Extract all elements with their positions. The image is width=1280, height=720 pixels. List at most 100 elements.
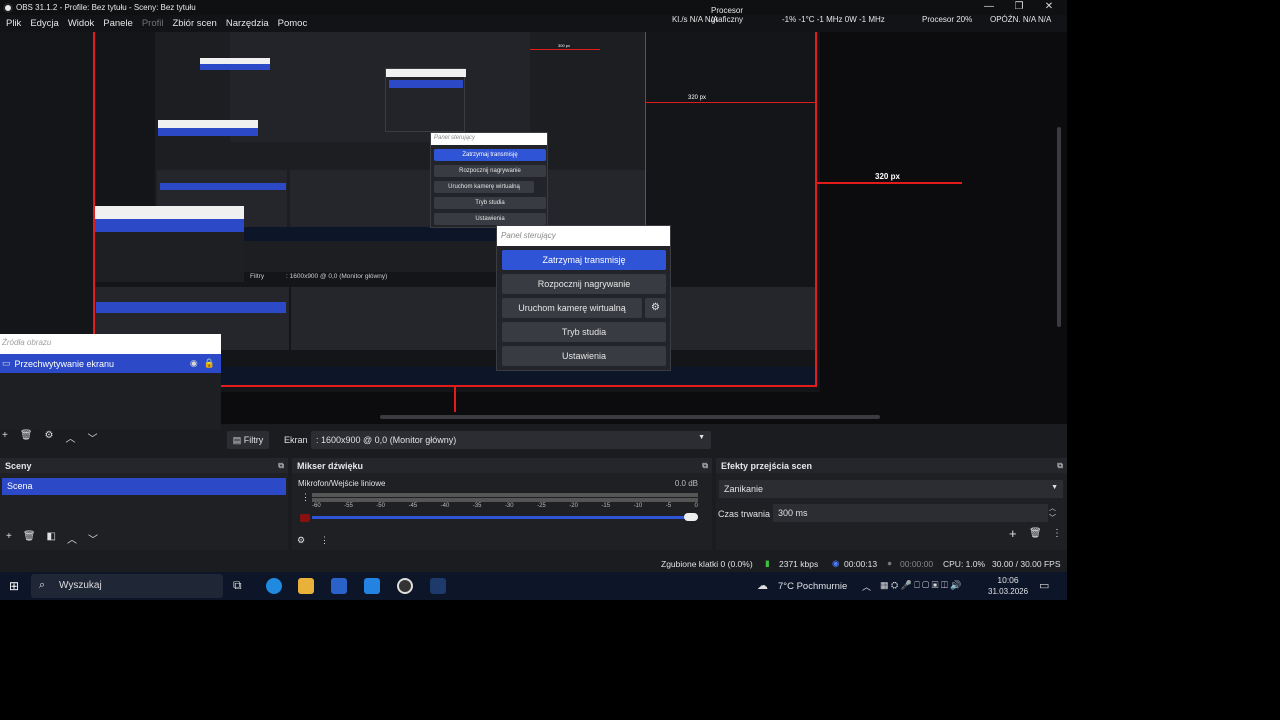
transition-select-value: Zanikanie bbox=[724, 484, 764, 494]
sources-dock: Źródła obrazu ▭ Przechwytywanie ekranu ◉… bbox=[0, 334, 221, 430]
maximize-button[interactable]: ❐ bbox=[1004, 0, 1034, 14]
menu-edycja[interactable]: Edycja bbox=[30, 18, 59, 29]
stream-time: 00:00:13 bbox=[844, 559, 878, 569]
settings-button[interactable]: Ustawienia bbox=[502, 346, 666, 366]
move-up-icon[interactable]: ︿ bbox=[66, 430, 76, 445]
stream-icon: ◉ bbox=[832, 558, 840, 568]
scene-filters-icon[interactable]: ◧ bbox=[47, 531, 56, 546]
nested-sources-item-2 bbox=[200, 64, 270, 70]
outlook-icon[interactable] bbox=[331, 578, 347, 594]
minimize-button[interactable]: — bbox=[974, 0, 1004, 14]
size-label-320-mid: 320 px bbox=[688, 95, 707, 101]
tray-chevron-icon[interactable]: ︿ bbox=[862, 580, 871, 593]
store-icon[interactable] bbox=[364, 578, 380, 594]
undock-icon[interactable]: ⧉ bbox=[278, 461, 284, 471]
source-properties-icon[interactable]: ⚙ bbox=[45, 430, 54, 444]
record-time: 00:00:00 bbox=[900, 559, 934, 569]
transition-select[interactable]: Zanikanie ▼ bbox=[719, 480, 1063, 498]
menu-panele[interactable]: Panele bbox=[103, 18, 133, 29]
mixer-settings-icon[interactable]: ⚙ bbox=[297, 535, 305, 546]
volume-slider-handle[interactable] bbox=[684, 513, 698, 521]
nested-sources-panel bbox=[94, 232, 244, 282]
tray-icons[interactable]: ▦ ⛭ 🎤 ⎕ ▢ ▣ ◫ 🔊 bbox=[880, 580, 962, 591]
stop-stream-button[interactable]: Zatrzymaj transmisję bbox=[502, 250, 666, 270]
menu-profil[interactable]: Profil bbox=[142, 18, 164, 29]
menu-pomoc[interactable]: Pomoc bbox=[278, 18, 308, 29]
filters-button[interactable]: ▤ Filtry bbox=[227, 431, 269, 449]
nested-scene-item bbox=[96, 302, 286, 313]
nested-scene-selected bbox=[160, 183, 286, 190]
transition-menu-icon[interactable]: ⋮ bbox=[1052, 528, 1062, 539]
spinner-up-icon[interactable]: ︿ bbox=[1049, 503, 1056, 513]
title-bar: OBS 31.1.2 - Profile: Bez tytułu - Sceny… bbox=[0, 0, 1067, 15]
tick-label: -45 bbox=[408, 503, 418, 509]
mute-icon[interactable] bbox=[300, 514, 310, 522]
task-view-icon[interactable]: ⧉ bbox=[233, 578, 242, 593]
clock-date[interactable]: 31.03.2026 bbox=[988, 587, 1028, 596]
scene-move-up-icon[interactable]: ︿ bbox=[67, 531, 77, 546]
virtual-camera-settings-icon[interactable]: ⚙ bbox=[645, 298, 666, 318]
mixer-menu-icon[interactable]: ⋮ bbox=[320, 535, 329, 546]
dropped-frames: Zgubione klatki 0 (0.0%) bbox=[661, 559, 753, 569]
nested-sources-header-3 bbox=[94, 206, 244, 219]
visibility-eye-icon[interactable]: ◉ bbox=[190, 358, 198, 369]
scenes-toolbar: + 🗑 ◧ ︿ ﹀ bbox=[0, 531, 98, 546]
scenes-dock: Sceny ⧉ Scena + 🗑 ◧ ︿ ﹀ bbox=[0, 458, 288, 550]
preview-vertical-scrollbar[interactable] bbox=[1057, 127, 1061, 327]
menu-zbior-scen[interactable]: Zbiór scen bbox=[172, 18, 216, 29]
audio-mixer-dock: Mikser dźwięku ⧉ Mikrofon/Wejście liniow… bbox=[292, 458, 712, 550]
search-placeholder: Wyszukaj bbox=[59, 580, 102, 591]
volume-slider[interactable] bbox=[312, 516, 698, 519]
search-icon: ⌕ bbox=[39, 579, 46, 591]
screen-label: Ekran bbox=[284, 435, 308, 445]
gpu-label: Procesor graficzny bbox=[711, 6, 744, 24]
monitor-icon: ▭ bbox=[2, 358, 11, 368]
start-virtual-camera-button[interactable]: Uruchom kamerę wirtualną bbox=[502, 298, 642, 318]
menu-plik[interactable]: Plik bbox=[6, 18, 21, 29]
remove-scene-icon[interactable]: 🗑 bbox=[23, 531, 36, 546]
add-transition-icon[interactable]: + bbox=[1009, 526, 1017, 541]
lock-icon[interactable]: 🔒 bbox=[204, 358, 215, 369]
close-button[interactable]: ✕ bbox=[1034, 0, 1064, 14]
source-item-screen-capture[interactable]: ▭ Przechwytywanie ekranu ◉ 🔒 bbox=[0, 354, 221, 373]
studio-mode-button[interactable]: Tryb studia bbox=[502, 322, 666, 342]
nested-screen-value: : 1600x900 @ 0,0 (Monitor główny) bbox=[286, 273, 388, 280]
add-source-icon[interactable]: + bbox=[2, 430, 8, 444]
start-recording-button[interactable]: Rozpocznij nagrywanie bbox=[502, 274, 666, 294]
mixer-undock-icon[interactable]: ⧉ bbox=[702, 461, 708, 471]
scene-move-down-icon[interactable]: ﹀ bbox=[88, 531, 98, 546]
menu-narzedzia[interactable]: Narzędzia bbox=[226, 18, 269, 29]
notification-icon[interactable]: ▭ bbox=[1039, 579, 1049, 592]
move-down-icon[interactable]: ﹀ bbox=[88, 430, 98, 445]
weather-text[interactable]: 7°C Pochmurnie bbox=[778, 581, 847, 592]
start-button-icon[interactable]: ⊞ bbox=[9, 579, 19, 593]
sources-header: Źródła obrazu bbox=[0, 334, 221, 354]
preview-horizontal-scrollbar[interactable] bbox=[380, 415, 880, 419]
scene-item-scena[interactable]: Scena bbox=[2, 478, 286, 495]
mixer-db-value: 0.0 dB bbox=[674, 479, 698, 488]
transition-chevron-icon: ▼ bbox=[1051, 484, 1058, 491]
file-explorer-icon[interactable] bbox=[298, 578, 314, 594]
obs-taskbar-icon[interactable] bbox=[397, 578, 413, 594]
steam-icon[interactable] bbox=[430, 578, 446, 594]
nested-control-panel-2-primary bbox=[389, 80, 463, 88]
transitions-undock-icon[interactable]: ⧉ bbox=[1057, 461, 1063, 471]
menu-widok[interactable]: Widok bbox=[68, 18, 94, 29]
nested-screen-image-deep bbox=[230, 32, 530, 142]
screen-select[interactable]: : 1600x900 @ 0,0 (Monitor główny) ▼ bbox=[311, 431, 711, 449]
nested-settings-button: Ustawienia bbox=[434, 213, 546, 225]
add-scene-icon[interactable]: + bbox=[6, 531, 12, 546]
status-bar: Zgubione klatki 0 (0.0%) ▮ 2371 kbps ◉ 0… bbox=[0, 555, 1067, 572]
channel-options-icon[interactable]: ⋮ bbox=[301, 492, 310, 503]
remove-source-icon[interactable]: 🗑 bbox=[20, 430, 33, 444]
spinner-down-icon[interactable]: ﹀ bbox=[1049, 513, 1056, 523]
nested-sources-item-3 bbox=[94, 219, 244, 232]
duration-input[interactable]: 300 ms bbox=[773, 504, 1048, 522]
edge-browser-icon[interactable] bbox=[266, 578, 282, 594]
taskbar-search[interactable]: ⌕ Wyszukaj bbox=[31, 574, 223, 598]
nested-stop-stream-button: Zatrzymaj transmisję bbox=[434, 149, 546, 161]
fps-counter: 30.00 / 30.00 FPS bbox=[992, 559, 1061, 569]
remove-transition-icon[interactable]: 🗑 bbox=[1029, 528, 1042, 539]
nested-filters-label: Filtry bbox=[250, 273, 265, 280]
clock-time[interactable]: 10:06 bbox=[992, 575, 1024, 585]
